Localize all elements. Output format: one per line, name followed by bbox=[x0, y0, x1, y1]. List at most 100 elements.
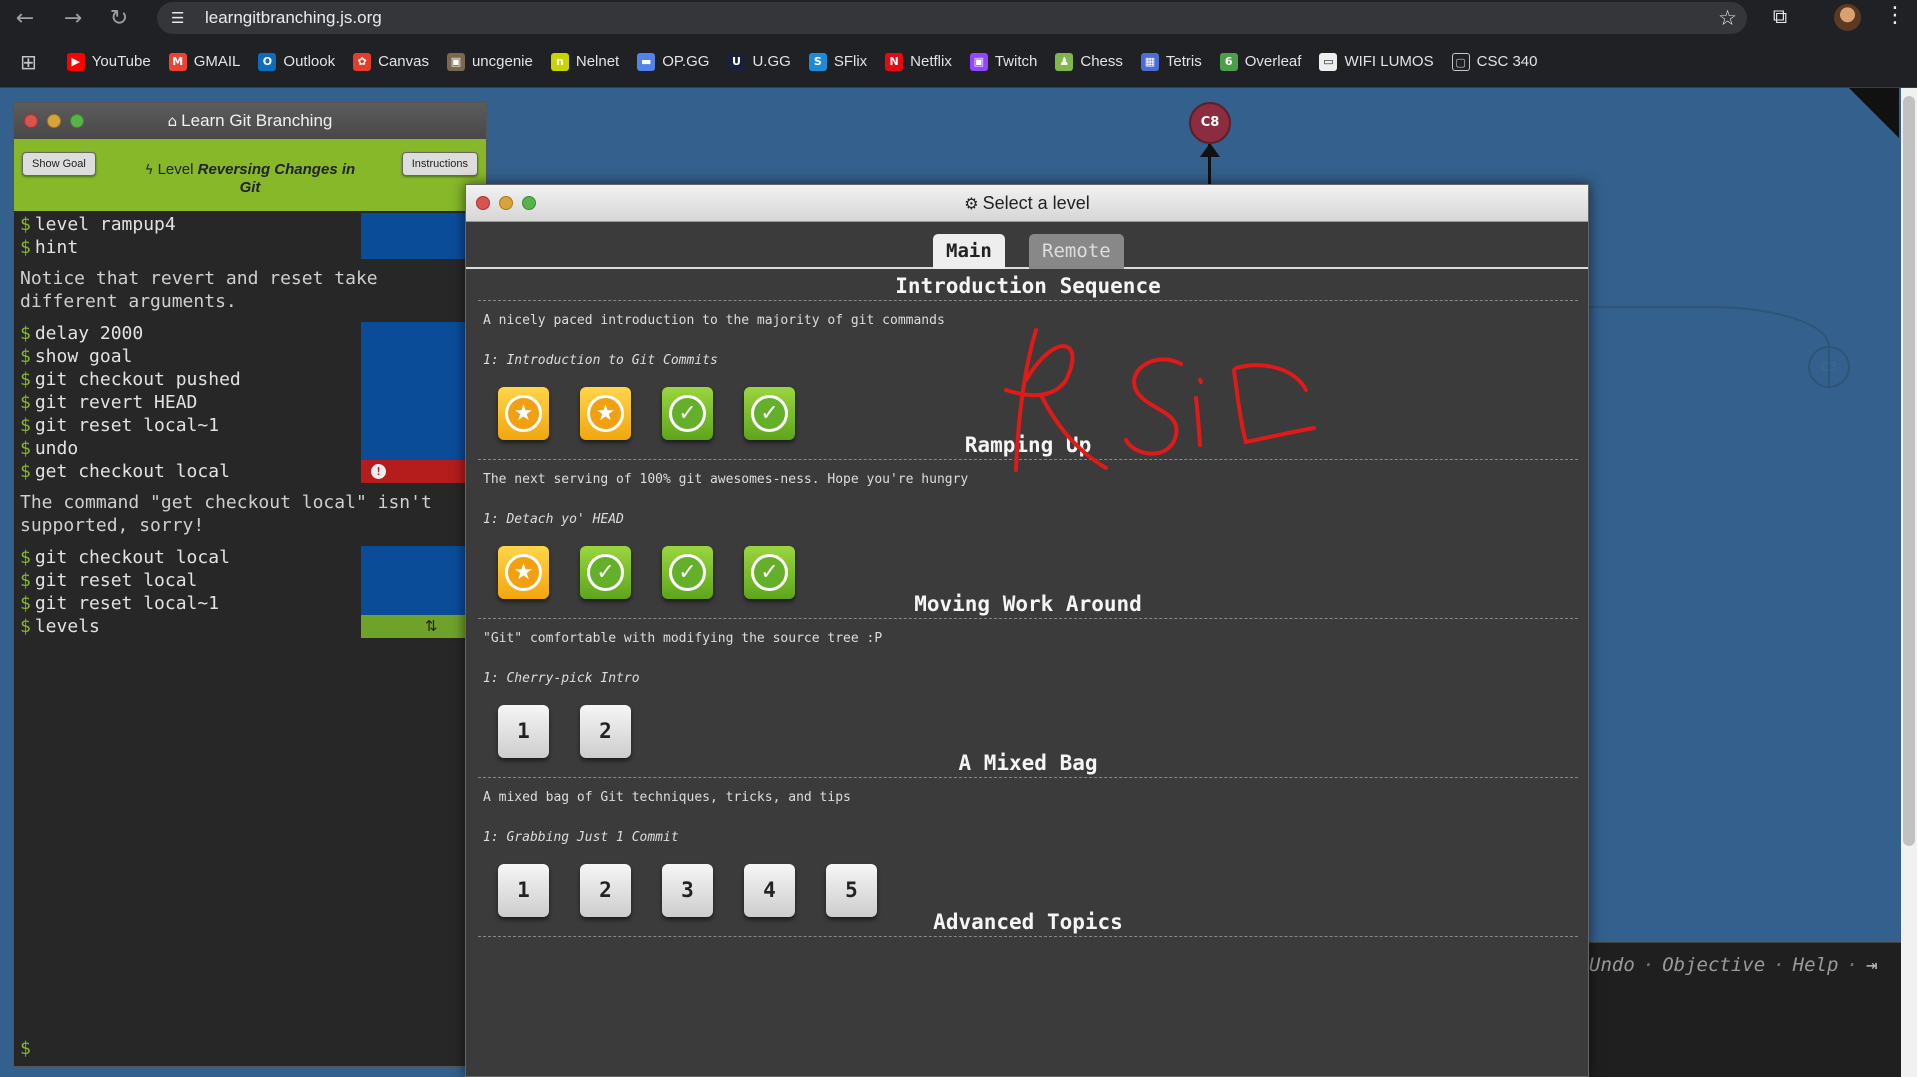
bookmark-item[interactable]: ▦ Tetris bbox=[1140, 52, 1202, 71]
bookmark-favicon-icon: ▣ bbox=[446, 52, 465, 71]
command-line: $hint✓ bbox=[14, 236, 489, 259]
site-settings-icon[interactable]: ☰ bbox=[171, 9, 191, 27]
modal-close-dot-icon[interactable] bbox=[476, 196, 490, 210]
prompt-symbol: $ bbox=[20, 237, 31, 258]
apps-grid-icon[interactable]: ⊞ bbox=[20, 50, 37, 74]
bookmark-item[interactable]: ✿ Canvas bbox=[353, 52, 429, 71]
help-link[interactable]: Help bbox=[1793, 954, 1839, 976]
bookmark-label: uncgenie bbox=[471, 53, 533, 70]
command-text: undo bbox=[34, 438, 79, 459]
star-icon: ★ bbox=[505, 395, 542, 432]
bookmark-favicon-icon: S bbox=[808, 52, 827, 71]
bookmark-favicon-icon: ▣ bbox=[969, 52, 988, 71]
star-icon: ★ bbox=[505, 554, 542, 591]
bookmark-item[interactable]: M GMAIL bbox=[168, 52, 240, 71]
bookmark-label: OP.GG bbox=[662, 53, 710, 70]
command-window-titlebar: ⌂ Learn Git Branching bbox=[14, 103, 486, 139]
bookmarks-bar: ⊞ ▶ YouTube M GMAIL O Outlook ✿ Canvas ▣ uncgenie… bbox=[0, 36, 1917, 88]
minimize-dot-icon[interactable] bbox=[47, 114, 61, 128]
bookmark-item[interactable]: ▣ uncgenie bbox=[446, 52, 533, 71]
commit-edge bbox=[1590, 306, 1830, 386]
sequence-title: Introduction Sequence bbox=[478, 271, 1578, 301]
reload-icon[interactable]: ↻ bbox=[96, 0, 142, 36]
bookmark-item[interactable]: S SFlix bbox=[808, 52, 867, 71]
url-text[interactable]: learngitbranching.js.org bbox=[205, 8, 382, 28]
command-line: $git checkout pushed✓ bbox=[14, 368, 489, 391]
command-window-title: ⌂ Learn Git Branching bbox=[167, 111, 333, 130]
exit-icon[interactable]: ⇥ bbox=[1866, 954, 1877, 976]
bookmark-favicon-icon: M bbox=[168, 52, 187, 71]
prompt-symbol: $ bbox=[20, 323, 31, 344]
prompt-symbol: $ bbox=[20, 369, 31, 390]
command-line: $git reset local~1✓ bbox=[14, 414, 489, 437]
command-text: git checkout local bbox=[34, 547, 230, 568]
extensions-icon[interactable]: ⧉ bbox=[1766, 4, 1794, 32]
command-text: git reset local~1 bbox=[34, 415, 220, 436]
modal-minimize-dot-icon[interactable] bbox=[499, 196, 513, 210]
sequence-title: Ramping Up bbox=[478, 430, 1578, 460]
level-sequence: Advanced Topics bbox=[478, 907, 1578, 937]
tab-remote[interactable]: Remote bbox=[1029, 234, 1124, 269]
bookmark-item[interactable]: ▣ Twitch bbox=[969, 52, 1037, 71]
back-arrow-icon[interactable]: ← bbox=[0, 0, 50, 36]
prompt-symbol: $ bbox=[20, 346, 31, 367]
level-select-modal: ⚙ Select a level Main Remote Introduction… bbox=[465, 184, 1589, 1077]
sequence-title: Moving Work Around bbox=[478, 589, 1578, 619]
bookmark-item[interactable]: n Nelnet bbox=[550, 52, 619, 71]
tab-main[interactable]: Main bbox=[933, 234, 1005, 269]
bookmark-item[interactable]: ♟ Chess bbox=[1055, 52, 1123, 71]
modal-titlebar: ⚙ Select a level bbox=[466, 185, 1588, 222]
commit-node[interactable]: C8 bbox=[1189, 102, 1231, 144]
sequence-description: A nicely paced introduction to the major… bbox=[483, 313, 945, 328]
forward-arrow-icon[interactable]: → bbox=[50, 0, 96, 36]
bookmark-favicon-icon: ▬ bbox=[637, 52, 656, 71]
page-scrollbar-thumb[interactable] bbox=[1903, 96, 1915, 846]
undo-link[interactable]: Undo bbox=[1589, 954, 1635, 976]
bookmark-favicon-icon: ▭ bbox=[1319, 52, 1338, 71]
address-bar[interactable]: ☰ learngitbranching.js.org ☆ bbox=[157, 2, 1747, 34]
profile-avatar[interactable] bbox=[1834, 4, 1861, 31]
bookmark-item[interactable]: ▢ CSC 340 bbox=[1451, 52, 1538, 71]
bookmark-item[interactable]: 6 Overleaf bbox=[1219, 52, 1301, 71]
checkmark-icon: ✓ bbox=[669, 395, 706, 432]
bookmark-star-icon[interactable]: ☆ bbox=[1718, 6, 1737, 30]
prompt-symbol: $ bbox=[20, 214, 31, 235]
objective-link[interactable]: Objective bbox=[1662, 954, 1765, 976]
prompt-symbol: $ bbox=[20, 593, 31, 614]
prompt-symbol: $ bbox=[20, 570, 31, 591]
command-text: delay 2000 bbox=[34, 323, 144, 344]
bookmark-item[interactable]: ▶ YouTube bbox=[66, 52, 151, 71]
modal-title: ⚙ Select a level bbox=[964, 192, 1090, 213]
maximize-dot-icon[interactable] bbox=[70, 114, 84, 128]
bookmark-label: Outlook bbox=[283, 53, 336, 70]
bookmark-item[interactable]: ▬ OP.GG bbox=[637, 52, 710, 71]
selected-level-name: 1: Detach yo' HEAD bbox=[483, 512, 624, 527]
command-line: $undo✓ bbox=[14, 437, 489, 460]
command-input-prompt[interactable]: $ bbox=[20, 1038, 31, 1059]
prompt-symbol: $ bbox=[20, 616, 31, 637]
instructions-button[interactable]: Instructions bbox=[401, 152, 478, 176]
browser-toolbar: ← → ↻ ☰ learngitbranching.js.org ☆ ⧉ ⋮ bbox=[0, 0, 1917, 36]
selected-level-name: 1: Grabbing Just 1 Commit bbox=[483, 830, 679, 845]
sequence-title: Advanced Topics bbox=[478, 907, 1578, 937]
bookmark-item[interactable]: ▭ WIFI LUMOS bbox=[1319, 52, 1434, 71]
bookmark-item[interactable]: N Netflix bbox=[885, 52, 952, 71]
show-goal-button[interactable]: Show Goal bbox=[22, 152, 96, 176]
command-text: level rampup4 bbox=[34, 214, 176, 235]
browser-menu-icon[interactable]: ⋮ bbox=[1884, 3, 1906, 28]
bookmark-item[interactable]: O Outlook bbox=[258, 52, 336, 71]
command-text: git reset local~1 bbox=[34, 593, 220, 614]
checkmark-icon: ✓ bbox=[669, 554, 706, 591]
bookmark-favicon-icon: ♟ bbox=[1055, 52, 1074, 71]
prompt-symbol: $ bbox=[20, 392, 31, 413]
close-dot-icon[interactable] bbox=[24, 114, 38, 128]
modal-maximize-dot-icon[interactable] bbox=[522, 196, 536, 210]
command-text: git revert HEAD bbox=[34, 392, 198, 413]
command-line: $git revert HEAD✓ bbox=[14, 391, 489, 414]
bookmark-label: CSC 340 bbox=[1476, 53, 1538, 70]
bookmark-favicon-icon: ▦ bbox=[1140, 52, 1159, 71]
command-line: $ get checkout local! bbox=[14, 460, 489, 483]
gear-icon: ⚙ bbox=[964, 193, 979, 213]
head-arrowhead bbox=[1200, 143, 1220, 157]
bookmark-item[interactable]: U U.GG bbox=[727, 52, 791, 71]
